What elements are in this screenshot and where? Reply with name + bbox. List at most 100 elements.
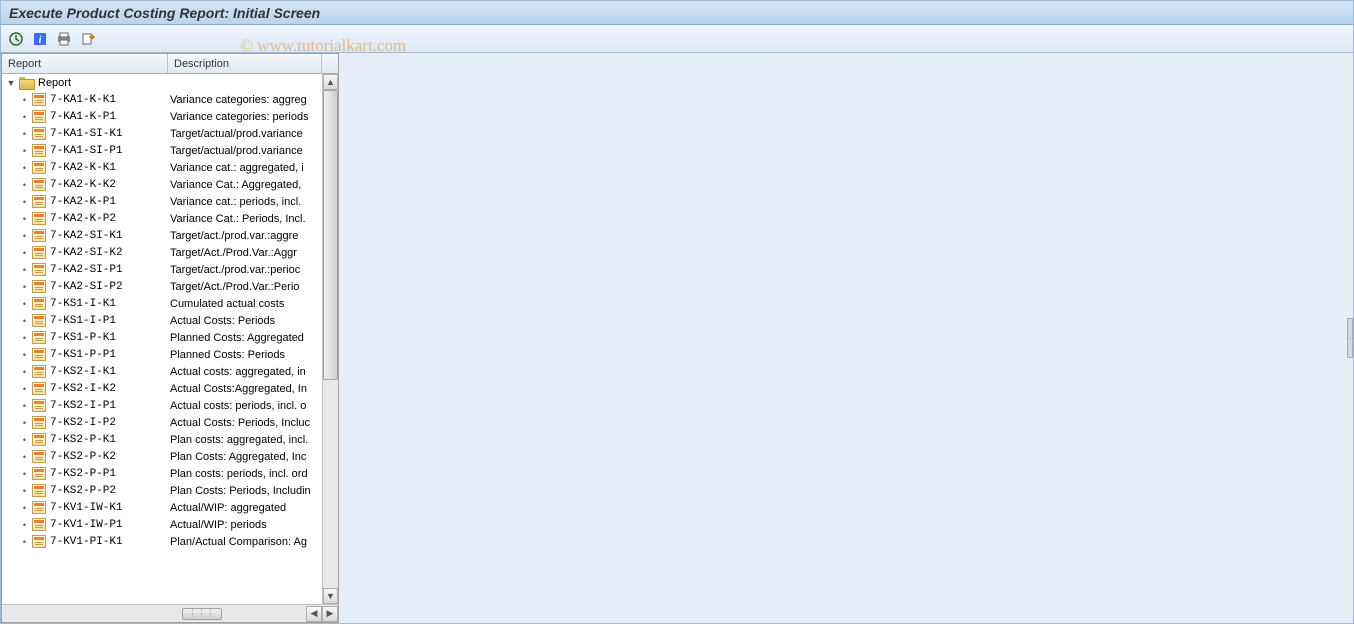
tree-row[interactable]: •7-KA2-SI-K2Target/Act./Prod.Var.:Aggr bbox=[2, 244, 338, 261]
report-icon bbox=[32, 501, 46, 514]
tree-row[interactable]: •7-KS2-P-K2Plan Costs: Aggregated, Inc bbox=[2, 448, 338, 465]
tree-row[interactable]: •7-KS1-I-K1Cumulated actual costs bbox=[2, 295, 338, 312]
tree-row[interactable]: •7-KS2-P-P1Plan costs: periods, incl. or… bbox=[2, 465, 338, 482]
bullet-icon: • bbox=[2, 333, 32, 343]
tree-row[interactable]: • 7-KA1-SI-K1 Target/actual/prod.variance bbox=[2, 125, 338, 142]
report-code: 7-KA2-K-P2 bbox=[50, 213, 116, 225]
report-code: 7-KA1-SI-P1 bbox=[50, 145, 123, 157]
tree-row[interactable]: •7-KA1-K-P1Variance categories: periods bbox=[2, 108, 338, 125]
bullet-icon: • bbox=[2, 265, 32, 275]
tree-row[interactable]: •7-KS2-P-P2Plan Costs: Periods, Includin bbox=[2, 482, 338, 499]
report-description: Planned Costs: Aggregated bbox=[168, 332, 322, 344]
scroll-down-arrow-icon[interactable]: ▼ bbox=[323, 588, 338, 604]
report-description: Actual costs: periods, incl. o bbox=[168, 400, 322, 412]
print-icon[interactable] bbox=[55, 30, 73, 48]
tree-root-row[interactable]: ▼ Report bbox=[2, 74, 338, 91]
tree-row[interactable]: •7-KA2-SI-P2Target/Act./Prod.Var.:Perio bbox=[2, 278, 338, 295]
tree-body[interactable]: ▼ Report •7-KA1-K-K1Variance categories:… bbox=[2, 74, 338, 622]
column-resize-handle[interactable]: ⋮⋮⋮ bbox=[182, 608, 222, 620]
bullet-icon: • bbox=[2, 384, 32, 394]
report-code: 7-KA2-K-P1 bbox=[50, 196, 116, 208]
report-icon bbox=[32, 331, 46, 344]
svg-text:i: i bbox=[39, 35, 42, 46]
column-header-report[interactable]: Report bbox=[2, 54, 168, 73]
report-code: 7-KA2-SI-P2 bbox=[50, 281, 123, 293]
expand-arrow-icon[interactable]: ▼ bbox=[6, 78, 16, 88]
report-icon bbox=[32, 280, 46, 293]
page-title: Execute Product Costing Report: Initial … bbox=[9, 5, 320, 21]
horizontal-scrollbar[interactable]: ⋮⋮⋮ ◀ ▶ bbox=[2, 604, 338, 622]
export-icon[interactable] bbox=[79, 30, 97, 48]
tree-row[interactable]: •7-KV1-PI-K1Plan/Actual Comparison: Ag bbox=[2, 533, 338, 550]
tree-row[interactable]: •7-KS2-I-K2Actual Costs:Aggregated, In bbox=[2, 380, 338, 397]
bullet-icon: • bbox=[2, 537, 32, 547]
report-description: Planned Costs: Periods bbox=[168, 349, 322, 361]
bullet-icon: • bbox=[2, 367, 32, 377]
tree-row[interactable]: •7-KA1-K-K1Variance categories: aggreg bbox=[2, 91, 338, 108]
report-description: Variance categories: aggreg bbox=[168, 94, 322, 106]
report-code: 7-KA2-SI-K2 bbox=[50, 247, 123, 259]
title-bar: Execute Product Costing Report: Initial … bbox=[0, 0, 1354, 25]
report-code: 7-KS2-I-P1 bbox=[50, 400, 116, 412]
tree-row[interactable]: •7-KV1-IW-P1Actual/WIP: periods bbox=[2, 516, 338, 533]
scroll-up-arrow-icon[interactable]: ▲ bbox=[323, 74, 338, 90]
vertical-scrollbar[interactable]: ▲ ▼ bbox=[322, 74, 338, 604]
tree-row[interactable]: • 7-KA2-K-P2 Variance Cat.: Periods, Incl. bbox=[2, 210, 338, 227]
report-description: Variance Cat.: Periods, Incl. bbox=[168, 213, 322, 225]
report-code: 7-KS1-P-K1 bbox=[50, 332, 116, 344]
tree-row[interactable]: •7-KA2-SI-K1Target/act./prod.var.:aggre bbox=[2, 227, 338, 244]
report-icon bbox=[32, 365, 46, 378]
report-description: Variance Cat.: Aggregated, bbox=[168, 179, 322, 191]
report-code: 7-KV1-IW-P1 bbox=[50, 519, 123, 531]
report-description: Target/act./prod.var.:aggre bbox=[168, 230, 322, 242]
tree-row[interactable]: •7-KS2-I-P1Actual costs: periods, incl. … bbox=[2, 397, 338, 414]
splitter-handle-icon[interactable]: ⋮ bbox=[1347, 318, 1353, 358]
detail-pane: ⋮ bbox=[339, 53, 1353, 623]
tree-row[interactable]: • 7-KA2-K-P1 Variance cat.: periods, incl. bbox=[2, 193, 338, 210]
bullet-icon: • bbox=[2, 95, 32, 105]
report-icon bbox=[32, 110, 46, 123]
tree-row[interactable]: •7-KS2-P-K1Plan costs: aggregated, incl. bbox=[2, 431, 338, 448]
report-code: 7-KS2-P-K2 bbox=[50, 451, 116, 463]
report-description: Target/Act./Prod.Var.:Aggr bbox=[168, 247, 322, 259]
bullet-icon: • bbox=[2, 129, 32, 139]
report-icon bbox=[32, 467, 46, 480]
tree-row[interactable]: •7-KS1-I-P1Actual Costs: Periods bbox=[2, 312, 338, 329]
bullet-icon: • bbox=[2, 163, 32, 173]
tree-row[interactable]: •7-KA1-SI-P1Target/actual/prod.variance bbox=[2, 142, 338, 159]
bullet-icon: • bbox=[2, 112, 32, 122]
tree-row[interactable]: •7-KS2-I-K1Actual costs: aggregated, in bbox=[2, 363, 338, 380]
tree-row[interactable]: •7-KA2-SI-P1Target/act./prod.var.:perioc bbox=[2, 261, 338, 278]
scroll-left-arrow-icon[interactable]: ◀ bbox=[306, 606, 322, 622]
report-code: 7-KA1-SI-K1 bbox=[50, 128, 123, 140]
scroll-thumb[interactable] bbox=[323, 90, 338, 380]
report-code: 7-KA1-K-P1 bbox=[50, 111, 116, 123]
info-icon[interactable]: i bbox=[31, 30, 49, 48]
tree-row[interactable]: •7-KS2-I-P2Actual Costs: Periods, Incluc bbox=[2, 414, 338, 431]
report-icon bbox=[32, 433, 46, 446]
report-code: 7-KA2-K-K2 bbox=[50, 179, 116, 191]
report-icon bbox=[32, 178, 46, 191]
tree-row[interactable]: •7-KS1-P-P1Planned Costs: Periods bbox=[2, 346, 338, 363]
report-description: Variance cat.: aggregated, i bbox=[168, 162, 322, 174]
report-description: Variance cat.: periods, incl. bbox=[168, 196, 322, 208]
bullet-icon: • bbox=[2, 214, 32, 224]
execute-icon[interactable] bbox=[7, 30, 25, 48]
tree-row[interactable]: •7-KA2-K-K2Variance Cat.: Aggregated, bbox=[2, 176, 338, 193]
report-icon bbox=[32, 246, 46, 259]
report-icon bbox=[32, 450, 46, 463]
column-header-description[interactable]: Description bbox=[168, 54, 322, 73]
report-icon bbox=[32, 314, 46, 327]
report-code: 7-KS2-I-P2 bbox=[50, 417, 116, 429]
tree-row[interactable]: •7-KV1-IW-K1Actual/WIP: aggregated bbox=[2, 499, 338, 516]
bullet-icon: • bbox=[2, 435, 32, 445]
tree-row[interactable]: • 7-KS1-P-K1 Planned Costs: Aggregated bbox=[2, 329, 338, 346]
tree-row[interactable]: • 7-KA2-K-K1 Variance cat.: aggregated, i bbox=[2, 159, 338, 176]
report-code: 7-KS2-P-K1 bbox=[50, 434, 116, 446]
report-code: 7-KA2-K-K1 bbox=[50, 162, 116, 174]
scroll-right-arrow-icon[interactable]: ▶ bbox=[322, 606, 338, 622]
report-icon bbox=[32, 263, 46, 276]
bullet-icon: • bbox=[2, 197, 32, 207]
report-description: Plan/Actual Comparison: Ag bbox=[168, 536, 322, 548]
report-description: Target/actual/prod.variance bbox=[168, 128, 322, 140]
